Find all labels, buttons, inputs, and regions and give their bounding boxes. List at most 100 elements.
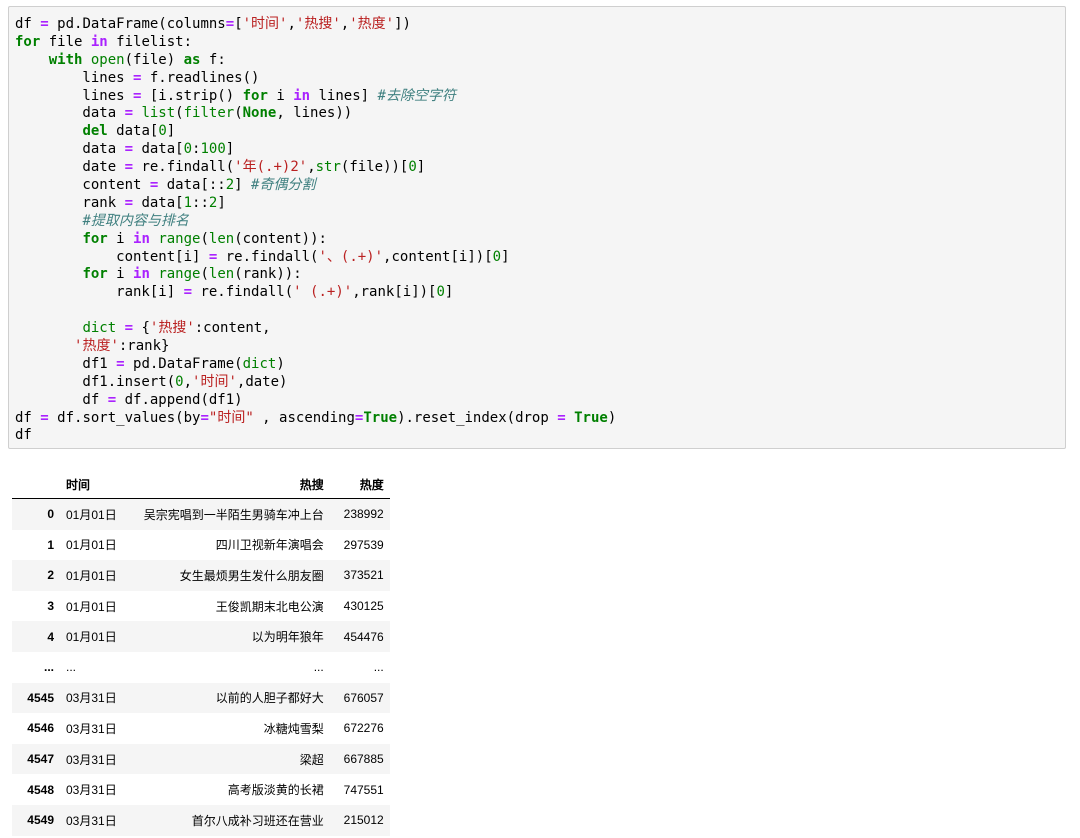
code-token: i bbox=[267, 87, 294, 104]
code-token: ).reset_index(drop bbox=[397, 409, 558, 426]
code-token: True bbox=[574, 409, 608, 426]
code-token: '热搜' bbox=[149, 320, 195, 337]
code-token: ( bbox=[200, 266, 209, 283]
code-line: '热度':rank} bbox=[15, 338, 1065, 356]
code-token: , bbox=[287, 16, 296, 32]
code-token: = bbox=[124, 320, 134, 337]
code-token: = bbox=[124, 159, 134, 176]
code-token: data bbox=[15, 141, 125, 158]
column-header-time: 时间 bbox=[60, 470, 123, 499]
code-token: ( bbox=[234, 105, 243, 122]
code-token: del bbox=[82, 123, 108, 140]
column-header-hot-search: 热搜 bbox=[122, 470, 330, 499]
code-token: df bbox=[15, 391, 108, 408]
cell-hot-search: 四川卫视新年演唱会 bbox=[215, 538, 324, 553]
code-token: '年(.+)2' bbox=[234, 159, 308, 176]
code-token: lines bbox=[15, 87, 134, 104]
code-line: df1.insert(0,'时间',date) bbox=[15, 374, 1065, 392]
code-token: 0 bbox=[408, 159, 417, 176]
code-token: '热搜' bbox=[295, 16, 341, 32]
code-token: df bbox=[15, 16, 41, 32]
cell-time: 01月01日 bbox=[66, 507, 117, 522]
code-token: = bbox=[225, 16, 235, 32]
code-line: date = re.findall('年(.+)2',str(file))[0] bbox=[15, 159, 1065, 177]
column-header-heat: 热度 bbox=[329, 470, 390, 499]
code-line: df1 = pd.DataFrame(dict) bbox=[15, 356, 1065, 374]
cell-time: 01月01日 bbox=[66, 599, 117, 614]
row-index: 4548 bbox=[27, 782, 54, 797]
cell-heat: 676057 bbox=[343, 690, 384, 705]
code-token: filter bbox=[183, 105, 235, 122]
code-token: open bbox=[90, 51, 125, 68]
code-token: ) bbox=[276, 355, 285, 372]
code-line: lines = f.readlines() bbox=[15, 70, 1065, 88]
code-token: len bbox=[208, 266, 235, 283]
code-line: with open(file) as f: bbox=[15, 52, 1065, 70]
code-token: as bbox=[183, 51, 201, 68]
code-cell[interactable]: df = pd.DataFrame(columns=['时间','热搜','热度… bbox=[8, 6, 1066, 449]
cell-hot-search: ... bbox=[313, 660, 324, 675]
cell-time: 03月31日 bbox=[66, 813, 117, 828]
cell-hot-search: 梁超 bbox=[299, 752, 324, 767]
code-token: in bbox=[90, 33, 108, 50]
cell-time: 03月31日 bbox=[66, 721, 117, 736]
code-line: for i in range(len(content)): bbox=[15, 231, 1065, 249]
row-index: 4 bbox=[47, 629, 54, 644]
code-token: 100 bbox=[200, 141, 226, 158]
code-token: len bbox=[208, 230, 235, 247]
code-token: = bbox=[557, 409, 566, 426]
cell-heat: 297539 bbox=[343, 537, 384, 552]
cell-hot-search: 高考版淡黄的长裙 bbox=[227, 783, 324, 798]
code-line: for i in range(len(rank)): bbox=[15, 266, 1065, 284]
code-line: df = pd.DataFrame(columns=['时间','热搜','热度… bbox=[15, 16, 1065, 34]
code-token: ( bbox=[200, 230, 209, 247]
code-line: del data[0] bbox=[15, 123, 1065, 141]
code-token: range bbox=[158, 230, 201, 247]
code-token: content[i] bbox=[15, 248, 209, 265]
code-editor[interactable]: df = pd.DataFrame(columns=['时间','热搜','热度… bbox=[9, 7, 1065, 445]
code-token: re.findall( bbox=[217, 248, 319, 265]
code-token: pd.DataFrame(columns bbox=[48, 16, 226, 32]
code-token: lines bbox=[15, 69, 134, 86]
code-token: ] bbox=[444, 284, 454, 301]
table-row: 4547 03月31日 梁超 667885 bbox=[12, 743, 390, 775]
code-token: ] bbox=[217, 194, 226, 211]
code-token: , bbox=[183, 373, 193, 390]
table-header-row: 时间 热搜 热度 bbox=[12, 470, 390, 499]
cell-hot-search: 女生最烦男生发什么朋友圈 bbox=[179, 568, 324, 583]
code-token: 0 bbox=[436, 284, 445, 301]
code-token: ( bbox=[175, 105, 184, 122]
code-token: in bbox=[133, 266, 150, 283]
code-line: lines = [i.strip() for i in lines] #去除空字… bbox=[15, 88, 1065, 106]
code-token: df bbox=[15, 409, 41, 426]
cell-heat: ... bbox=[373, 660, 384, 675]
row-index: 2 bbox=[47, 568, 54, 583]
code-token: #提取内容与排名 bbox=[82, 212, 189, 229]
code-token: content bbox=[15, 177, 150, 194]
code-token: '时间' bbox=[192, 373, 237, 390]
code-token: ' (.+)' bbox=[293, 284, 353, 301]
code-token: rank[i] bbox=[15, 284, 184, 301]
code-token: = bbox=[40, 16, 49, 32]
code-token: 0 bbox=[492, 248, 502, 265]
cell-time: 01月01日 bbox=[66, 630, 117, 645]
cell-heat: 430125 bbox=[343, 599, 384, 614]
code-line: data = data[0:100] bbox=[15, 141, 1065, 159]
code-token: "时间" bbox=[208, 409, 254, 426]
row-index: 4546 bbox=[27, 721, 54, 736]
code-token: file bbox=[40, 33, 91, 50]
code-token: data[:: bbox=[158, 177, 226, 194]
code-token: re.findall( bbox=[133, 159, 235, 176]
code-token: for bbox=[82, 230, 108, 247]
code-token: None bbox=[242, 105, 277, 122]
row-index: 4549 bbox=[27, 813, 54, 828]
code-token: #奇偶分割 bbox=[251, 177, 316, 194]
code-line: content = data[::2] #奇偶分割 bbox=[15, 177, 1065, 195]
code-token: f: bbox=[200, 51, 226, 68]
code-token: data[ bbox=[133, 194, 184, 211]
